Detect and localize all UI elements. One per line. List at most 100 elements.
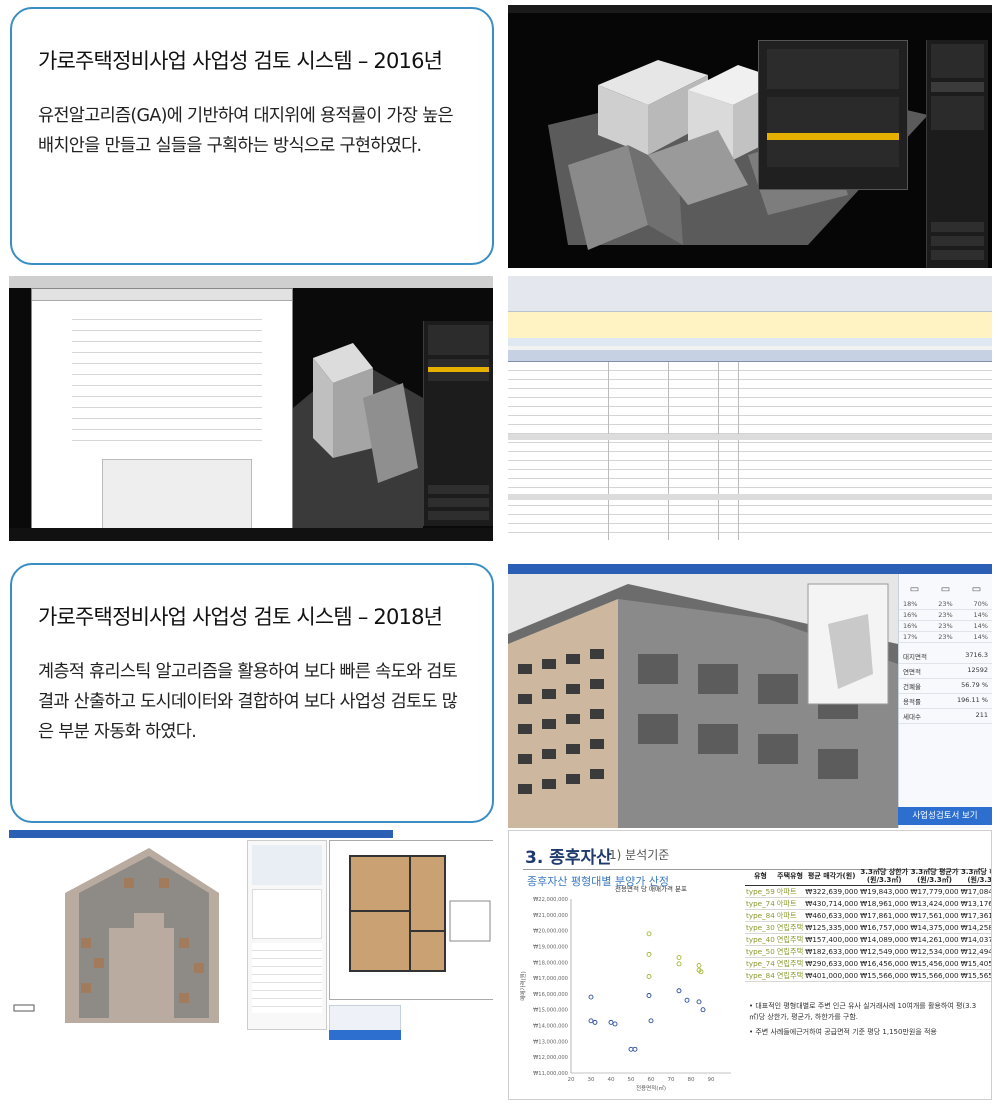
x-tick-label: 70 [668, 1077, 675, 1083]
layout-icon[interactable]: ▭ [941, 584, 950, 595]
analysis-notes: • 대표적인 평형대별로 주변 인근 유사 실거래사례 10여개를 활용하여 평… [749, 1001, 985, 1042]
view-report-button[interactable]: 사업성검토서 보기 [898, 807, 992, 825]
table-cell: ₩14,375,000 [909, 921, 960, 934]
menu-button[interactable] [428, 511, 489, 520]
note-text: 대표적인 평형대별로 주변 인근 유사 실거래사례 10여개를 활용하여 평(3… [749, 1002, 977, 1021]
price-table: 유형 주택유형 평균 매각가(원) 3.3㎡당 상한가(원/3.3㎡) 3.3㎡당 평균… [745, 867, 991, 982]
sheet-header [508, 350, 992, 362]
card-2016-body: 유전알고리즘(GA)에 기반하여 대지위에 용적률이 가장 높은 배치안을 만들… [38, 106, 454, 156]
y-tick-label: ₩19,000,000 [533, 944, 568, 950]
table-cell: ₩15,565,000 [959, 969, 991, 982]
stat-label: 대지면적 [903, 653, 927, 661]
table-cell: 아파트 [775, 885, 805, 898]
y-tick-label: ₩21,000,000 [533, 913, 568, 919]
table-cell: ₩430,714,000 [804, 897, 860, 910]
table-cell: ₩290,633,000 [804, 957, 860, 970]
x-tick-label: 30 [588, 1077, 595, 1083]
y-tick-label: ₩12,000,000 [533, 1055, 568, 1061]
table-cell: ₩15,405,000 [959, 957, 991, 970]
stat-row: 대지면적 3716.3 [899, 649, 992, 664]
data-point [648, 1018, 654, 1024]
report-post-development-assets: 3. 종후자산 1) 분석기준 종후자산 평형대별 분양가 산정 전용면적 당 … [508, 830, 992, 1100]
screenshot-3d-massing-2016 [508, 5, 992, 268]
table-cell: ₩13,424,000 [909, 897, 960, 910]
menu-button[interactable] [931, 222, 984, 232]
ratio-value: 18% [903, 600, 918, 608]
data-point [612, 1021, 618, 1027]
data-point [588, 1018, 594, 1024]
data-point [700, 1007, 706, 1013]
data-point [684, 997, 690, 1003]
stat-value: 196.11 % [957, 696, 988, 704]
info-panel [247, 840, 327, 1030]
data-point [676, 955, 682, 960]
data-point [646, 931, 652, 937]
table-cell: ₩13,176,000 [959, 897, 991, 910]
data-point [646, 974, 652, 979]
table-header: 평균 매각가(원) [804, 867, 860, 886]
price-scatter-chart: 전용면적 당 매매가격 분포 ₩11,000,000 ₩12,000,000 ₩13,… [519, 884, 731, 1092]
table-row: type_50 연립주택 ₩182,633,000 ₩12,549,000 ₩12,53… [745, 945, 991, 958]
menu-button[interactable] [428, 498, 489, 507]
side-menu [423, 321, 493, 526]
table-row: type_40 연립주택 ₩157,400,000 ₩14,089,000 ₩14,26… [745, 933, 991, 946]
ratio-value: 14% [973, 633, 988, 641]
table-cell: ₩401,000,000 [804, 969, 860, 982]
y-tick-label: ₩17,000,000 [533, 976, 568, 982]
stat-row: 연면적 12592 [899, 664, 992, 679]
data-point [696, 962, 702, 968]
table-cell: ₩125,335,000 [804, 921, 860, 934]
table-cell: type_74 [745, 897, 776, 910]
menu-button[interactable] [428, 485, 489, 494]
ribbon [508, 276, 992, 312]
card-2018-title: 가로주택정비사업 사업성 검토 시스템 – 2018년 [38, 605, 443, 629]
table-cell: ₩12,549,000 [859, 945, 910, 958]
layout-icon[interactable]: ▭ [910, 584, 919, 595]
unit-plan [329, 840, 493, 1000]
stat-label: 연면적 [903, 668, 921, 676]
y-tick-label: ₩11,000,000 [533, 1071, 568, 1077]
table-row: type_84 아파트 ₩460,633,000 ₩17,861,000 ₩17,561… [745, 909, 991, 922]
note-text: 주변 사례들에근거하여 공급면적 기준 평당 1,150만원을 적용 [755, 1028, 937, 1036]
table-cell: ₩15,456,000 [909, 957, 960, 970]
data-point [632, 1046, 638, 1052]
table-cell: ₩322,639,000 [804, 885, 860, 898]
y-tick-label: ₩20,000,000 [533, 929, 568, 935]
table-cell: type_84 [745, 969, 776, 982]
table-cell: type_40 [745, 933, 776, 946]
table-cell: ₩14,037,000 [959, 933, 991, 946]
massing-view [508, 5, 992, 268]
table-row: type_84 연립주택 ₩401,000,000 ₩15,566,000 ₩15,56… [745, 969, 991, 982]
ratio-value: 23% [938, 633, 953, 641]
screenshot-3d-building-2018: ▭ ▭ ▭ 18% 23% 70% 16% 23% 14% 16% 23% 14% 17% 23% 1… [508, 564, 992, 828]
screenshot-floor-plan-2018 [9, 830, 493, 1040]
menu-button[interactable] [931, 250, 984, 260]
stat-value: 3716.3 [965, 651, 988, 659]
table-header: 3.3㎡당 상한가(원/3.3㎡) [859, 867, 910, 886]
section-title: 3. 종후자산 [525, 848, 612, 868]
menu-button[interactable] [931, 236, 984, 246]
x-tick-label: 40 [608, 1077, 615, 1083]
table-cell: type_30 [745, 921, 776, 934]
note-item: • 주변 사례들에근거하여 공급면적 기준 평당 1,150만원을 적용 [749, 1028, 937, 1036]
table-row: type_74 연립주택 ₩290,633,000 ₩16,456,000 ₩15,45… [745, 957, 991, 970]
chart-title: 전용면적 당 매매가격 분포 [615, 884, 687, 893]
table-row: type_59 아파트 ₩322,639,000 ₩19,843,000 ₩17,779… [745, 885, 991, 898]
table-header: 3.3㎡당 평균가(원/3.3㎡) [909, 867, 960, 886]
x-tick-label: 20 [568, 1077, 575, 1083]
table-cell: ₩460,633,000 [804, 909, 860, 922]
table-cell: ₩17,084,000 [959, 885, 991, 898]
stat-row: 건폐율 56.79 % [899, 679, 992, 694]
stat-value: 56.79 % [961, 681, 988, 689]
data-point [676, 961, 682, 967]
table-cell: 연립주택 [775, 969, 805, 982]
y-tick-label: ₩22,000,000 [533, 897, 568, 903]
ratio-value: 23% [938, 600, 953, 608]
x-axis-label: 전용면적(㎡) [636, 1084, 666, 1092]
table-cell: ₩18,961,000 [859, 897, 910, 910]
top-nav [508, 564, 992, 574]
layout-icon[interactable]: ▭ [972, 584, 981, 595]
data-point [676, 988, 682, 994]
table-cell: 아파트 [775, 897, 805, 910]
table-cell: ₩12,534,000 [909, 945, 960, 958]
